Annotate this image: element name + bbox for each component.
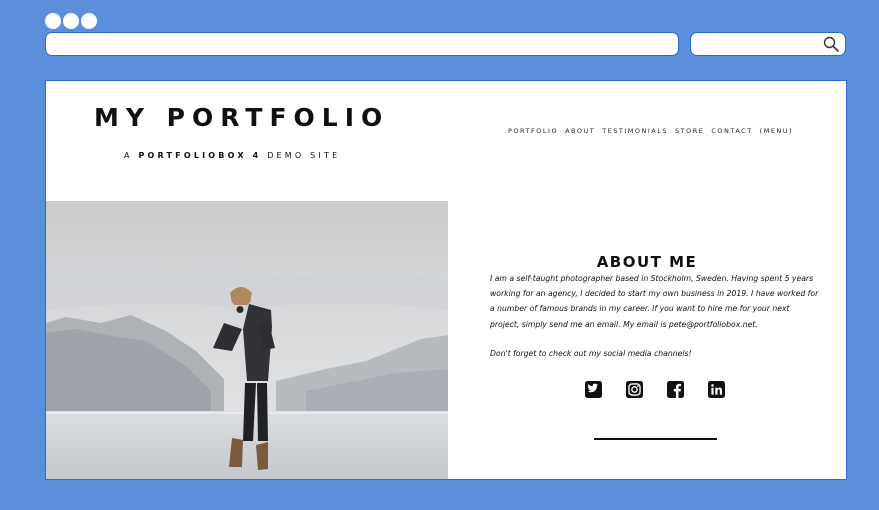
about-text: I am a self-taught photographer based in…: [490, 271, 820, 361]
window-dot-minimize[interactable]: [63, 13, 79, 29]
nav-item-contact[interactable]: CONTACT: [711, 127, 752, 135]
subtitle-prefix: A: [124, 151, 133, 160]
subtitle-brand: PORTFOLIOBOX 4: [138, 151, 262, 160]
about-paragraph: Don't forget to check out my social medi…: [490, 348, 692, 358]
window-controls: [45, 13, 97, 29]
nav-item-portfolio[interactable]: PORTFOLIO: [508, 127, 558, 135]
browser-search-input[interactable]: [690, 32, 846, 56]
nav-item-store[interactable]: STORE: [675, 127, 704, 135]
website-viewport: MY PORTFOLIO A PORTFOLIOBOX 4 DEMO SITE …: [45, 80, 847, 480]
about-heading: ABOUT ME: [596, 253, 698, 272]
linkedin-icon[interactable]: [708, 381, 725, 398]
address-bar[interactable]: [45, 32, 679, 56]
hero-photo: [46, 201, 448, 479]
facebook-icon[interactable]: [667, 381, 684, 398]
social-links: [585, 381, 725, 398]
instagram-icon[interactable]: [626, 381, 643, 398]
main-nav: PORTFOLIO ABOUT TESTIMONIALS STORE CONTA…: [508, 127, 793, 135]
nav-item-testimonials[interactable]: TESTIMONIALS: [602, 127, 668, 135]
search-icon[interactable]: [823, 36, 839, 52]
nav-item-about[interactable]: ABOUT: [565, 127, 595, 135]
twitter-icon[interactable]: [585, 381, 602, 398]
about-paragraph: I am a self-taught photographer based in…: [490, 274, 819, 329]
window-dot-maximize[interactable]: [81, 13, 97, 29]
site-subtitle: A PORTFOLIOBOX 4 DEMO SITE: [124, 151, 340, 160]
site-title[interactable]: MY PORTFOLIO: [94, 103, 389, 132]
subtitle-suffix: DEMO SITE: [267, 151, 341, 160]
divider-line: [594, 438, 717, 440]
window-dot-close[interactable]: [45, 13, 61, 29]
nav-item-menu[interactable]: (MENU): [760, 127, 793, 135]
